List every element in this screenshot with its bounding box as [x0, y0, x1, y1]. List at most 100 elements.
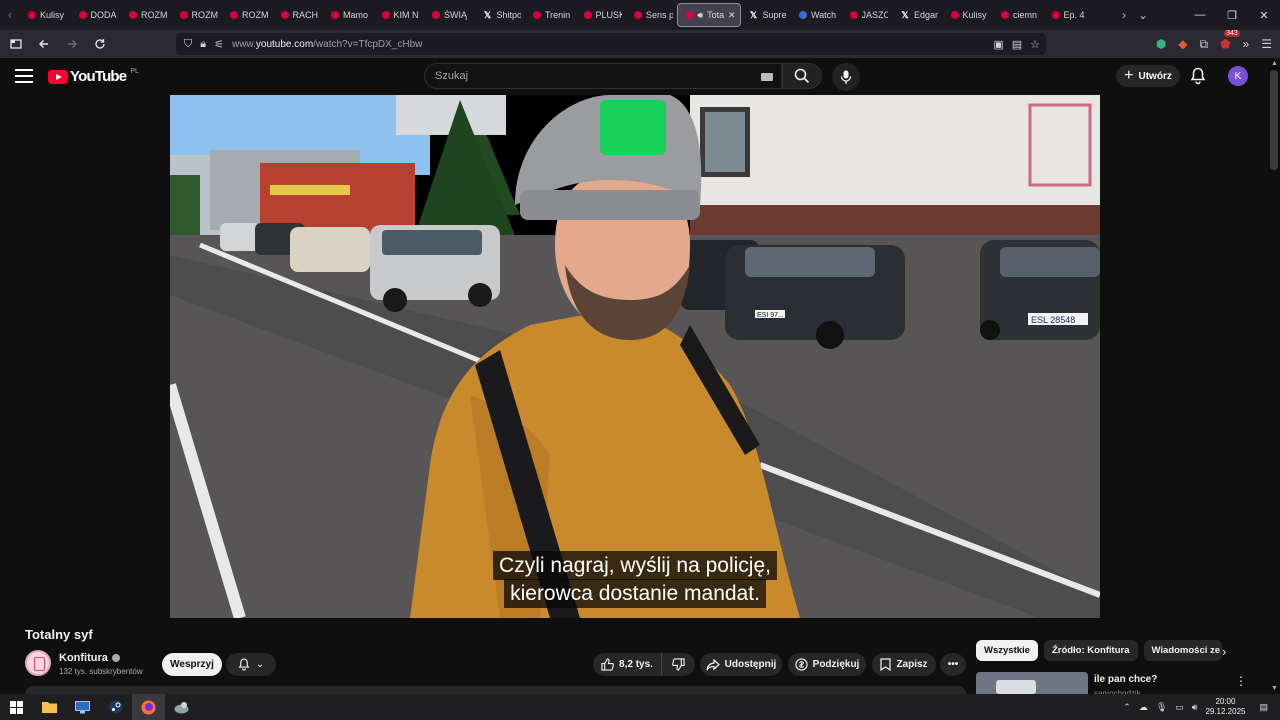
- tab-audio-icon[interactable]: 🔊︎: [698, 10, 704, 21]
- app-menu-icon[interactable]: ☰: [1261, 37, 1272, 51]
- account-avatar[interactable]: K: [1228, 66, 1248, 86]
- related-video-title[interactable]: ile pan chce?: [1094, 674, 1157, 685]
- notifications-bell-icon[interactable]: [1190, 67, 1206, 90]
- channel-avatar[interactable]: [25, 650, 51, 676]
- browser-tab[interactable]: Kulisy: [20, 3, 71, 27]
- toolbar-extensions: ⬢ ◆ ⧉ ⬟ 343 » ☰: [1156, 30, 1272, 58]
- reader-view-icon[interactable]: ▤: [1012, 38, 1022, 51]
- thanks-button[interactable]: Podziękuj: [788, 653, 866, 676]
- browser-tab[interactable]: ROZM: [222, 3, 273, 27]
- browser-tab[interactable]: Trenin: [525, 3, 576, 27]
- reload-icon[interactable]: [88, 32, 112, 56]
- browser-tab[interactable]: ŚWIĄ: [424, 3, 475, 27]
- browser-tab[interactable]: Kulisy: [943, 3, 994, 27]
- notification-settings-button[interactable]: ⌄: [226, 653, 276, 676]
- support-button[interactable]: Wesprzyj: [162, 653, 222, 676]
- network-icon[interactable]: ▭: [1175, 702, 1184, 713]
- tray-overflow-icon[interactable]: ⌃: [1123, 702, 1131, 713]
- chip-news[interactable]: Wiadomości ze: [1143, 640, 1222, 661]
- app-launcher-icon[interactable]: [165, 694, 198, 720]
- browser-tab[interactable]: DODA: [71, 3, 122, 27]
- browser-tab[interactable]: KIM N: [374, 3, 425, 27]
- youtube-favicon-icon: [78, 11, 87, 19]
- onedrive-icon[interactable]: ☁: [1139, 702, 1148, 713]
- keyboard-icon[interactable]: [761, 73, 773, 81]
- browser-tab[interactable]: Watch: [791, 3, 842, 27]
- save-button[interactable]: Zapisz: [872, 653, 936, 676]
- tab-scroll-left-icon[interactable]: ‹: [0, 0, 20, 30]
- tab-title: Trenin: [545, 10, 571, 20]
- volume-icon[interactable]: 🔊︎: [1192, 702, 1198, 713]
- share-button[interactable]: Udostępnij: [700, 653, 782, 676]
- picture-in-picture-icon[interactable]: ▣: [993, 38, 1003, 51]
- notifications-center-icon[interactable]: ▤: [1259, 702, 1268, 713]
- youtube-favicon-icon: [1051, 11, 1060, 19]
- browser-tab[interactable]: 𝕏 Edgar: [892, 3, 943, 27]
- browser-tab[interactable]: ROZM: [121, 3, 172, 27]
- browser-tab[interactable]: Mamo: [323, 3, 374, 27]
- voice-search-button[interactable]: [832, 63, 860, 91]
- scroll-up-icon[interactable]: ▲: [1271, 60, 1278, 67]
- restore-icon[interactable]: ❐: [1216, 0, 1248, 30]
- create-button[interactable]: + Utwórz: [1116, 65, 1180, 87]
- ublock-icon[interactable]: ⬟ 343: [1220, 30, 1240, 51]
- search-input[interactable]: Szukaj: [424, 63, 782, 89]
- bookmark-star-icon[interactable]: ☆: [1030, 38, 1040, 51]
- permissions-icon[interactable]: ⚟: [214, 38, 224, 51]
- browser-tab-active[interactable]: 🔊︎ Tota ✕: [676, 3, 741, 27]
- fox-extension-icon[interactable]: ◆: [1178, 37, 1187, 51]
- browser-tab[interactable]: 𝕏 Shitpo: [475, 3, 526, 27]
- list-all-tabs-icon[interactable]: ⌄: [1138, 8, 1148, 22]
- minimize-icon[interactable]: —: [1184, 0, 1216, 30]
- browser-tab[interactable]: PLUSK: [576, 3, 627, 27]
- chip-all[interactable]: Wszystkie: [976, 640, 1038, 661]
- browser-tab[interactable]: ciemn: [993, 3, 1044, 27]
- like-button[interactable]: 8,2 tys.: [593, 653, 661, 676]
- address-bar[interactable]: ⛉ 🔒︎ ⚟ www.youtube.com/watch?v=TfcpDX_cH…: [176, 33, 1046, 55]
- forward-icon[interactable]: [60, 32, 84, 56]
- search-button[interactable]: [782, 63, 822, 89]
- remote-desktop-icon[interactable]: [66, 694, 99, 720]
- browser-tab[interactable]: JASZC: [842, 3, 893, 27]
- close-window-icon[interactable]: ✕: [1248, 0, 1280, 30]
- browser-tab[interactable]: Ep. 4: [1044, 3, 1095, 27]
- file-explorer-icon[interactable]: [33, 694, 66, 720]
- shield-icon[interactable]: ⛉: [184, 38, 192, 51]
- like-count: 8,2 tys.: [619, 659, 653, 670]
- page-scrollbar[interactable]: ▲ ▼: [1268, 58, 1280, 694]
- plus-icon: +: [1124, 67, 1134, 84]
- video-player[interactable]: ESI 97... ESL 28548 Czyli nagraj, wyślij…: [170, 95, 1100, 618]
- browser-tab[interactable]: RACH: [273, 3, 324, 27]
- youtube-logo[interactable]: YouTube PL: [48, 68, 139, 85]
- steam-icon[interactable]: [99, 694, 132, 720]
- lock-icon[interactable]: 🔒︎: [200, 38, 206, 51]
- tab-scroll-right-icon[interactable]: ›: [1122, 8, 1126, 22]
- extensions-icon[interactable]: ⧉: [1200, 37, 1209, 52]
- related-video-menu-icon[interactable]: ⋮: [1235, 674, 1247, 688]
- microphone-icon: [840, 70, 852, 84]
- dislike-button[interactable]: [661, 653, 695, 676]
- url-text[interactable]: www.youtube.com/watch?v=TfcpDX_cHbw: [232, 39, 422, 50]
- tab-close-icon[interactable]: ✕: [728, 10, 736, 21]
- shield-extension-icon[interactable]: ⬢: [1156, 37, 1166, 51]
- menu-hamburger-icon[interactable]: [15, 69, 33, 83]
- related-video-thumbnail[interactable]: [976, 672, 1088, 694]
- firefox-icon[interactable]: [132, 694, 165, 720]
- chip-source-channel[interactable]: Źródło: Konfitura: [1043, 640, 1138, 661]
- browser-tab[interactable]: Sens p: [626, 3, 677, 27]
- overflow-chevrons-icon[interactable]: »: [1243, 37, 1250, 51]
- more-dots-icon: •••: [947, 659, 959, 670]
- chips-next-icon[interactable]: ›: [1222, 644, 1226, 659]
- microphone-tray-icon[interactable]: 🎙︎: [1156, 702, 1167, 713]
- channel-name-text[interactable]: Konfitura: [59, 652, 108, 664]
- scrollbar-thumb[interactable]: [1270, 70, 1278, 170]
- tab-groups-icon[interactable]: [4, 32, 28, 56]
- back-icon[interactable]: [32, 32, 56, 56]
- more-actions-button[interactable]: •••: [940, 653, 966, 676]
- windows-start-icon[interactable]: [0, 694, 33, 720]
- channel-name[interactable]: Konfitura: [59, 652, 120, 664]
- browser-tab[interactable]: 𝕏 Supre: [741, 3, 792, 27]
- browser-tab[interactable]: ROZM: [172, 3, 223, 27]
- scroll-down-icon[interactable]: ▼: [1271, 685, 1278, 692]
- taskbar-clock[interactable]: 20:00 29.12.2025: [1205, 697, 1245, 717]
